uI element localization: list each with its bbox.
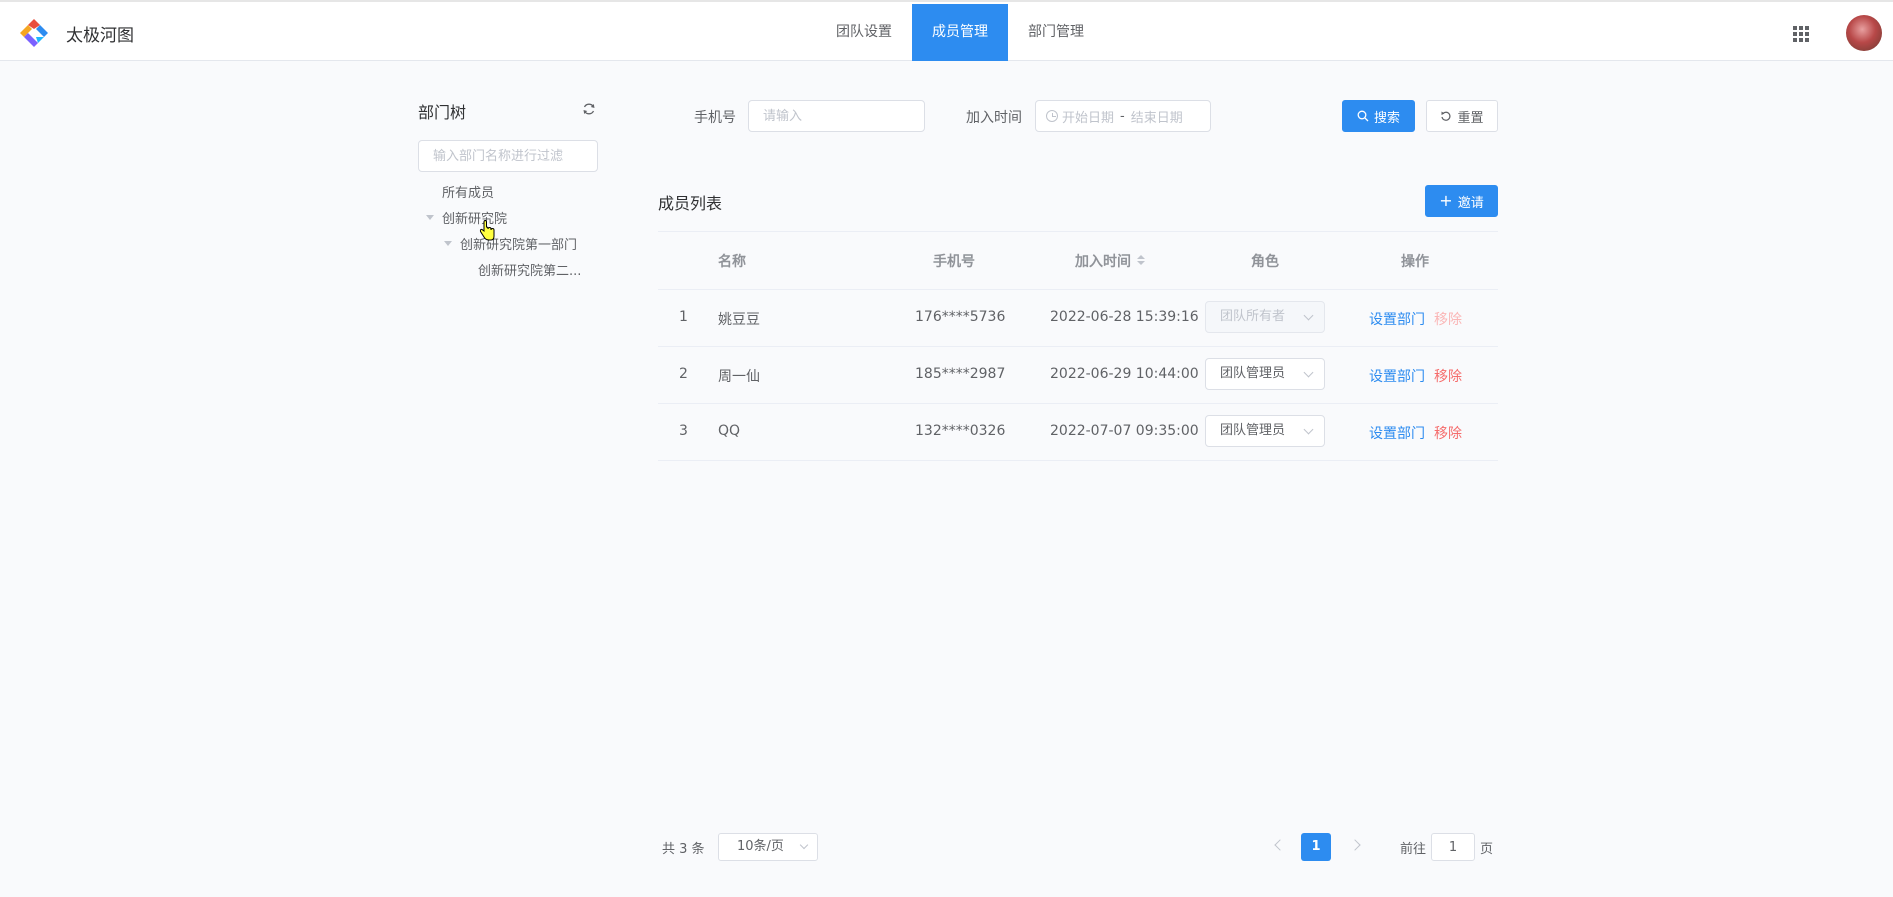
reset-icon	[1441, 111, 1451, 121]
tree-node-label: 创新研究院	[442, 212, 508, 227]
start-date-placeholder[interactable]: 开始日期	[1062, 107, 1114, 126]
goto-unit: 页	[1480, 842, 1494, 857]
chevron-down-icon	[799, 840, 809, 850]
tree-node-all-members[interactable]: 所有成员	[442, 184, 494, 204]
search-button-label: 搜索	[1373, 110, 1400, 126]
column-header-actions: 操作	[1401, 254, 1429, 270]
set-department-link[interactable]: 设置部门	[1369, 366, 1425, 386]
row-index: 2	[679, 366, 688, 382]
search-icon	[1357, 110, 1369, 122]
tree-node-dept-two[interactable]: 创新研究院第二...	[478, 262, 581, 282]
tab-team-settings[interactable]: 团队设置	[816, 4, 912, 61]
invite-button[interactable]: + 邀请	[1425, 185, 1498, 217]
phone-field[interactable]	[748, 100, 925, 132]
role-value: 团队管理员	[1220, 423, 1286, 438]
clock-icon	[1046, 110, 1058, 122]
phone-label: 手机号	[694, 110, 736, 126]
table-top-divider	[658, 231, 1498, 232]
table-bottom-divider	[658, 460, 1498, 461]
top-navbar: 太极河图 团队设置 成员管理 部门管理	[0, 0, 1893, 61]
member-join-time: 2022-06-29 10:44:00	[1050, 366, 1199, 382]
role-select[interactable]: 团队管理员	[1205, 415, 1325, 447]
column-header-role: 角色	[1251, 254, 1279, 270]
chevron-down-icon	[1303, 310, 1314, 321]
page-size-select[interactable]: 10条/页	[718, 833, 818, 861]
chevron-down-icon	[1303, 367, 1314, 378]
page-number-current[interactable]: 1	[1301, 833, 1331, 861]
row-index: 1	[679, 309, 688, 325]
member-phone: 185****2987	[915, 366, 1006, 382]
app-title: 太极河图	[66, 26, 134, 46]
member-join-time: 2022-07-07 09:35:00	[1050, 423, 1199, 439]
tab-department-management[interactable]: 部门管理	[1008, 4, 1104, 61]
remove-link[interactable]: 移除	[1434, 423, 1462, 443]
row-index: 3	[679, 423, 688, 439]
page-size-value: 10条/页	[737, 839, 784, 854]
remove-link: 移除	[1434, 312, 1462, 328]
member-join-time: 2022-06-28 15:39:16	[1050, 309, 1199, 325]
member-phone: 176****5736	[915, 309, 1006, 325]
hand-cursor-icon	[479, 220, 495, 241]
reset-button[interactable]: 重置	[1426, 100, 1498, 132]
member-name: 姚豆豆	[718, 312, 760, 328]
remove-link[interactable]: 移除	[1434, 366, 1462, 386]
caret-down-icon[interactable]	[426, 215, 434, 220]
join-date-range-picker[interactable]: 开始日期 - 结束日期	[1035, 100, 1211, 132]
column-header-phone: 手机号	[933, 254, 975, 270]
role-select[interactable]: 团队管理员	[1205, 358, 1325, 390]
role-value: 团队管理员	[1220, 366, 1286, 381]
table-row: 2 周一仙 185****2987 2022-06-29 10:44:00 团队…	[658, 346, 1498, 403]
table-row: 3 QQ 132****0326 2022-07-07 09:35:00 团队管…	[658, 403, 1498, 460]
tree-node-dept-one[interactable]: 创新研究院第一部门	[444, 236, 577, 256]
chevron-down-icon	[1303, 424, 1314, 435]
department-filter-input[interactable]	[418, 140, 598, 172]
apps-grid-icon[interactable]	[1793, 26, 1809, 42]
column-header-join-time[interactable]: 加入时间	[1075, 251, 1145, 271]
reset-button-label: 重置	[1457, 110, 1484, 126]
main-nav: 团队设置 成员管理 部门管理	[816, 4, 1104, 61]
department-tree-title: 部门树	[418, 103, 467, 122]
phone-input[interactable]	[749, 101, 924, 131]
next-page-icon[interactable]	[1349, 839, 1361, 851]
column-header-name: 名称	[718, 254, 746, 270]
goto-label: 前往	[1400, 842, 1427, 857]
invite-button-label: 邀请	[1457, 195, 1484, 211]
member-phone: 132****0326	[915, 423, 1006, 439]
set-department-link[interactable]: 设置部门	[1369, 309, 1425, 329]
prev-page-icon[interactable]	[1274, 839, 1286, 851]
table-row: 1 姚豆豆 176****5736 2022-06-28 15:39:16 团队…	[658, 289, 1498, 346]
tab-member-management[interactable]: 成员管理	[912, 4, 1008, 61]
range-separator: -	[1120, 108, 1125, 124]
join-time-label: 加入时间	[966, 110, 1022, 126]
member-list-title: 成员列表	[658, 194, 723, 213]
member-name: 周一仙	[718, 369, 760, 385]
set-department-link[interactable]: 设置部门	[1369, 423, 1425, 443]
goto-page-input[interactable]	[1431, 833, 1475, 861]
caret-down-icon[interactable]	[444, 241, 452, 246]
avatar[interactable]	[1846, 15, 1882, 51]
total-count: 共 3 条	[662, 842, 705, 857]
search-button[interactable]: 搜索	[1342, 100, 1415, 132]
member-name: QQ	[718, 423, 741, 439]
role-value: 团队所有者	[1220, 309, 1286, 324]
sort-icon[interactable]	[1137, 255, 1145, 265]
plus-icon: +	[1439, 191, 1453, 210]
end-date-placeholder[interactable]: 结束日期	[1131, 107, 1183, 126]
app-logo-icon	[20, 19, 48, 47]
role-select: 团队所有者	[1205, 301, 1325, 333]
refresh-icon[interactable]	[582, 102, 596, 116]
column-header-label: 加入时间	[1075, 254, 1131, 270]
